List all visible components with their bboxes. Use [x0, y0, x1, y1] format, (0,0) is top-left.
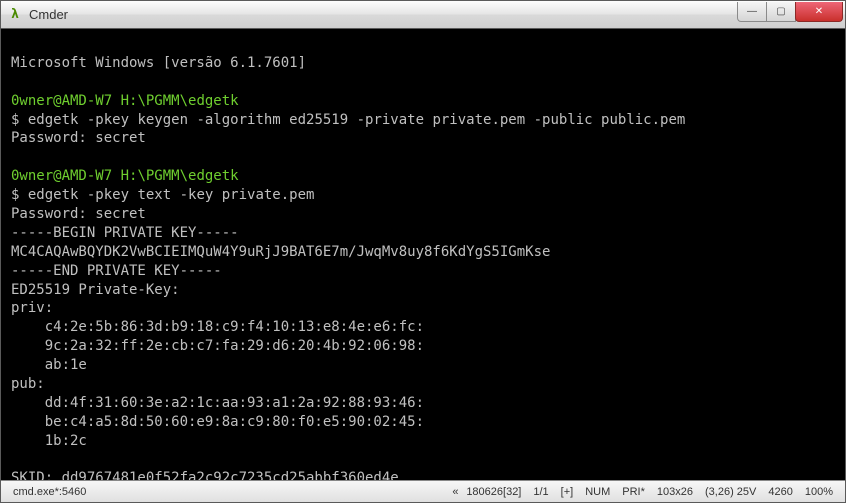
search-icon[interactable]: « [446, 486, 460, 498]
command-line: $ edgetk -pkey text -key private.pem [11, 187, 314, 203]
output-line: Microsoft Windows [versão 6.1.7601] [11, 55, 306, 71]
status-mem: 4260 [762, 486, 798, 498]
status-numlock: NUM [579, 486, 616, 498]
output-line: ab:1e [11, 357, 87, 373]
command-line: $ edgetk -pkey keygen -algorithm ed25519… [11, 112, 685, 128]
window-controls: — ▢ ✕ [738, 2, 843, 22]
output-line: Password: secret [11, 130, 146, 146]
output-line: c4:2e:5b:86:3d:b9:18:c9:f4:10:13:e8:4e:e… [11, 319, 424, 335]
titlebar[interactable]: λ Cmder — ▢ ✕ [1, 1, 845, 29]
close-button[interactable]: ✕ [795, 2, 843, 22]
user-host: 0wner@AMD-W7 [11, 168, 112, 184]
output-line: be:c4:a5:8d:50:60:e9:8a:c9:80:f0:e5:90:0… [11, 414, 424, 430]
output-line: MC4CAQAwBQYDK2VwBCIEIMQuW4Y9uRjJ9BAT6E7m… [11, 244, 550, 260]
terminal-output[interactable]: Microsoft Windows [versão 6.1.7601] 0wne… [1, 29, 845, 480]
prompt-line: 0wner@AMD-W7 H:\PGMM\edgetk [11, 93, 239, 109]
status-position: 180626[32] [460, 486, 527, 498]
status-cursor: (3,26) 25V [699, 486, 762, 498]
status-process[interactable]: cmd.exe*:5460 [7, 486, 92, 498]
minimize-button[interactable]: — [737, 2, 767, 22]
maximize-button[interactable]: ▢ [766, 2, 796, 22]
output-line: ED25519 Private-Key: [11, 282, 180, 298]
prompt-line: 0wner@AMD-W7 H:\PGMM\edgetk [11, 168, 239, 184]
output-line: -----END PRIVATE KEY----- [11, 263, 222, 279]
window-title: Cmder [29, 7, 738, 22]
status-priority: PRI* [616, 486, 651, 498]
status-plus[interactable]: [+] [555, 486, 580, 498]
output-line: 9c:2a:32:ff:2e:cb:c7:fa:29:d6:20:4b:92:0… [11, 338, 424, 354]
command-text: edgetk -pkey keygen -algorithm ed25519 -… [28, 112, 685, 128]
user-host: 0wner@AMD-W7 [11, 93, 112, 109]
output-line: SKID: dd9767481e0f52fa2c92c7235cd25abbf3… [11, 470, 399, 480]
app-window: λ Cmder — ▢ ✕ Microsoft Windows [versão … [0, 0, 846, 503]
output-line: pub: [11, 376, 45, 392]
status-bar: cmd.exe*:5460 « 180626[32] 1/1 [+] NUM P… [1, 480, 845, 502]
command-text: edgetk -pkey text -key private.pem [28, 187, 315, 203]
output-line: Password: secret [11, 206, 146, 222]
status-lines: 1/1 [527, 486, 554, 498]
output-line: 1b:2c [11, 433, 87, 449]
output-line: -----BEGIN PRIVATE KEY----- [11, 225, 239, 241]
cwd-path: H:\PGMM\edgetk [121, 168, 239, 184]
output-line: priv: [11, 300, 53, 316]
status-percent: 100% [799, 486, 839, 498]
output-line: dd:4f:31:60:3e:a2:1c:aa:93:a1:2a:92:88:9… [11, 395, 424, 411]
cwd-path: H:\PGMM\edgetk [121, 93, 239, 109]
prompt-symbol: $ [11, 112, 19, 128]
prompt-symbol: $ [11, 187, 19, 203]
status-size: 103x26 [651, 486, 699, 498]
app-icon: λ [7, 7, 23, 23]
